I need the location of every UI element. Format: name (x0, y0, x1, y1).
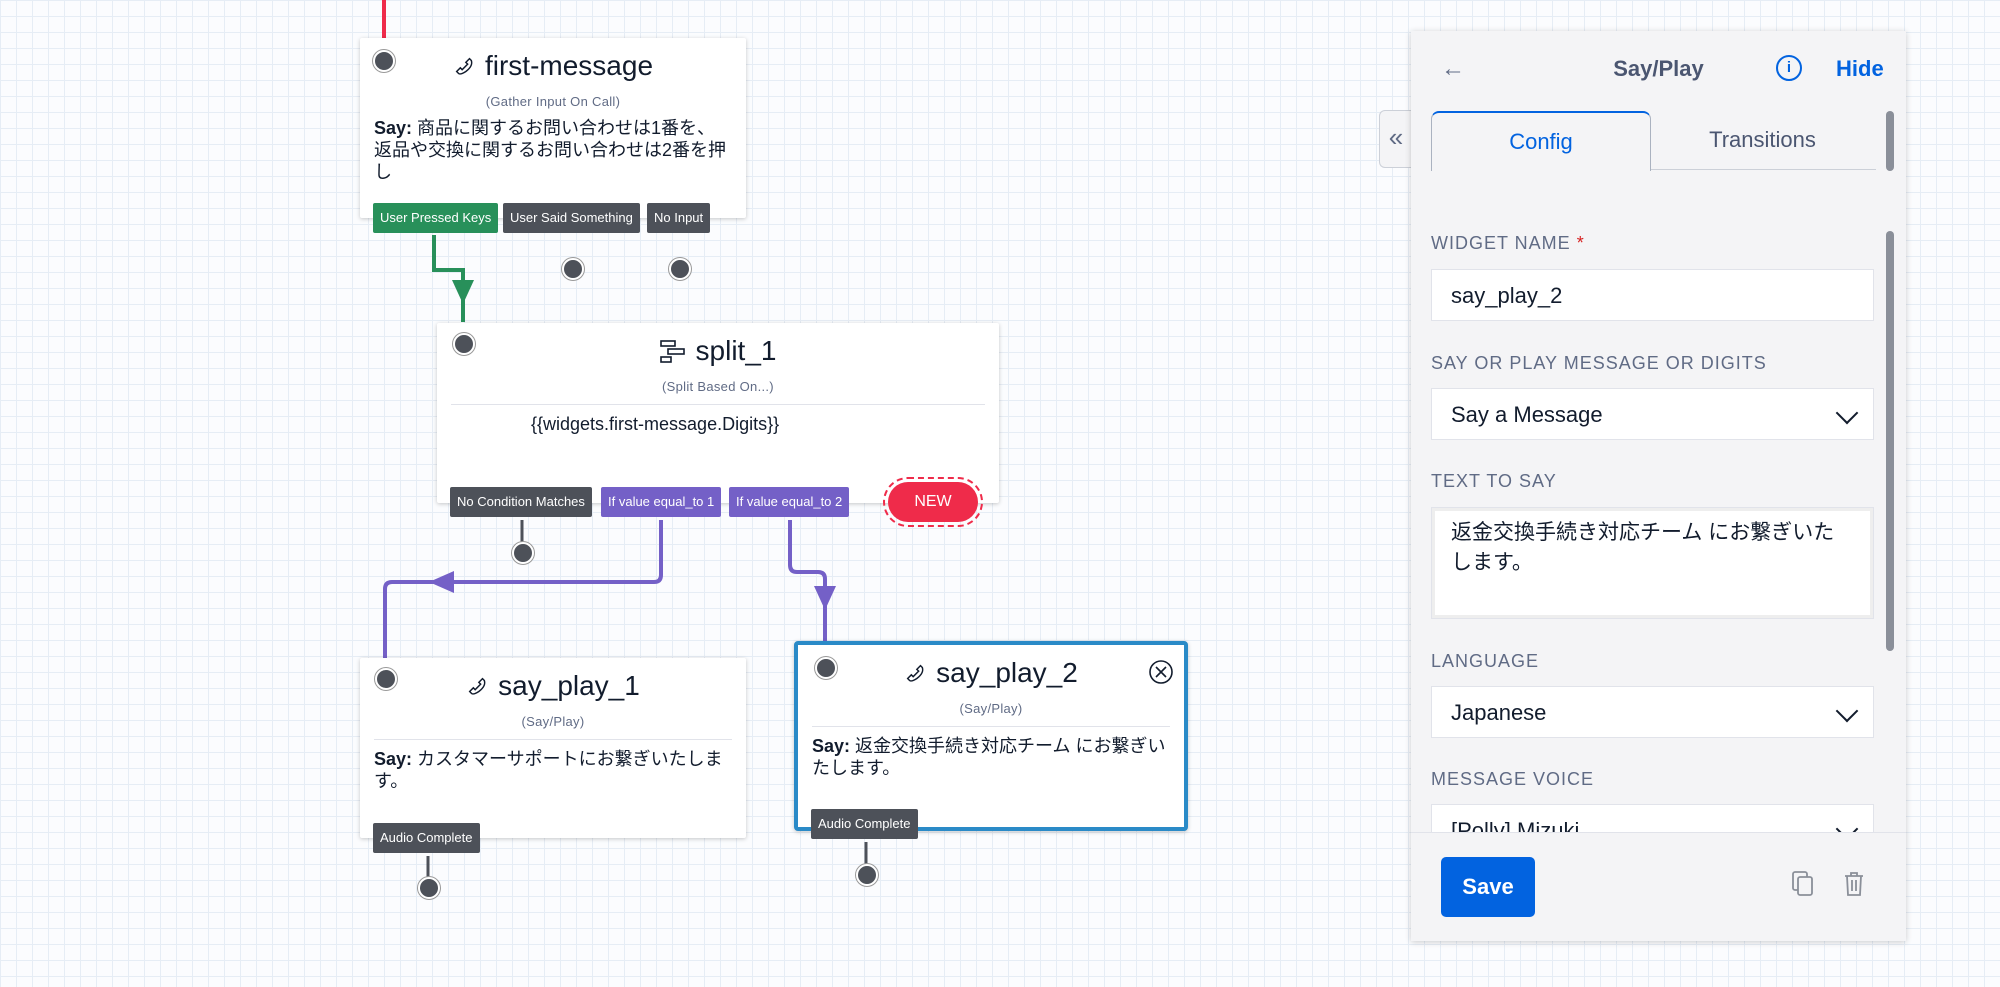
widget-config-panel: ← Say/Play i Hide Config Transitions WID… (1411, 31, 1906, 941)
panel-title: Say/Play (1613, 56, 1704, 81)
widget-say-text: Say: 返金交換手続き対応チーム にお繋ぎいたします。 (812, 736, 1166, 778)
widget-split-1[interactable]: split_1 (Split Based On...) {{widgets.fi… (437, 323, 999, 503)
wire-user-pressed-keys (432, 235, 465, 322)
widget-name-label: WIDGET NAME * (1431, 233, 1585, 253)
transition-port[interactable] (669, 258, 691, 280)
widget-type: (Say/Play) (521, 714, 585, 729)
panel-tabs: Config Transitions (1431, 111, 1876, 171)
transition-audio-complete[interactable]: Audio Complete (373, 823, 480, 853)
trash-icon[interactable] (1843, 871, 1865, 897)
message-voice-label: MESSAGE VOICE (1431, 769, 1595, 789)
wire-equal-to-2 (788, 520, 827, 650)
node-input-port[interactable] (815, 657, 837, 679)
save-button[interactable]: Save (1441, 857, 1535, 917)
close-icon[interactable] (1148, 659, 1174, 685)
phone-icon (906, 664, 924, 682)
arrow-head (429, 571, 454, 593)
phone-icon (455, 57, 473, 75)
transition-port[interactable] (562, 258, 584, 280)
widget-title: split_1 (695, 335, 777, 366)
transition-equal-to-2[interactable]: If value equal_to 2 (729, 487, 850, 517)
tab-config[interactable]: Config (1431, 111, 1651, 171)
say-or-play-select[interactable]: Say a Message (1431, 388, 1874, 440)
widget-say-text: Say: 商品に関するお問い合わせは1番を、返品や交換に関するお問い合わせは2番… (374, 118, 727, 182)
phone-icon (468, 677, 486, 695)
arrow-head (452, 280, 474, 304)
hide-button[interactable]: Hide (1836, 56, 1884, 82)
node-input-port[interactable] (453, 333, 475, 355)
text-to-say-label: TEXT TO SAY (1431, 471, 1557, 491)
chevron-down-icon (1835, 699, 1859, 723)
double-chevron-left-icon: « (1388, 122, 1404, 152)
message-voice-select[interactable]: [Polly] Mizuki (1431, 804, 1874, 834)
new-transition-button[interactable]: NEW (883, 477, 983, 527)
language-select[interactable]: Japanese (1431, 686, 1874, 738)
chevron-down-icon (1835, 401, 1859, 425)
widget-title: first-message (484, 50, 654, 81)
text-to-say-textarea[interactable]: 返金交換手続き対応チーム にお繋ぎいたします。 (1431, 507, 1874, 619)
widget-type: (Split Based On...) (662, 379, 774, 394)
scrollbar-tabs[interactable] (1886, 111, 1894, 171)
language-label: LANGUAGE (1431, 651, 1540, 671)
node-input-port[interactable] (373, 50, 395, 72)
collapse-panel-button[interactable]: « (1379, 110, 1412, 168)
transition-no-condition-matches[interactable]: No Condition Matches (450, 487, 592, 517)
node-input-port[interactable] (375, 668, 397, 690)
panel-header: ← Say/Play i Hide (1411, 31, 1906, 111)
transition-audio-complete[interactable]: Audio Complete (811, 809, 918, 839)
transition-port[interactable] (418, 877, 440, 899)
widget-type: (Say/Play) (959, 701, 1023, 716)
copy-icon[interactable] (1792, 871, 1814, 897)
transition-user-pressed-keys[interactable]: User Pressed Keys (373, 203, 499, 233)
panel-footer: Save (1411, 832, 1906, 941)
widget-type: (Gather Input On Call) (485, 94, 621, 109)
transition-no-input[interactable]: No Input (647, 203, 711, 233)
widget-title: say_play_2 (936, 657, 1078, 688)
say-or-play-label: SAY OR PLAY MESSAGE OR DIGITS (1431, 353, 1767, 373)
widget-name-input[interactable]: say_play_2 (1431, 269, 1874, 321)
info-icon[interactable]: i (1776, 55, 1802, 81)
widget-say-text: Say: カスタマーサポートにお繋ぎいたします。 (374, 749, 723, 791)
widget-say-play-1[interactable]: say_play_1 (Say/Play) Say: カスタマーサポートにお繋ぎ… (360, 658, 746, 838)
widget-say-play-2[interactable]: say_play_2 (Say/Play) Say: 返金交換手続き対応チーム … (794, 641, 1188, 831)
split-icon (659, 340, 685, 363)
split-expression: {{widgets.first-message.Digits}} (531, 414, 780, 434)
transition-user-said-something[interactable]: User Said Something (503, 203, 640, 233)
widget-title: say_play_1 (498, 670, 640, 701)
transition-port[interactable] (512, 542, 534, 564)
scrollbar-form[interactable] (1886, 231, 1894, 651)
widget-first-message[interactable]: first-message (Gather Input On Call) Say… (360, 38, 746, 218)
transition-equal-to-1[interactable]: If value equal_to 1 (601, 487, 722, 517)
tab-transitions[interactable]: Transitions (1649, 111, 1876, 169)
arrow-head (814, 586, 836, 610)
transition-port[interactable] (856, 864, 878, 886)
